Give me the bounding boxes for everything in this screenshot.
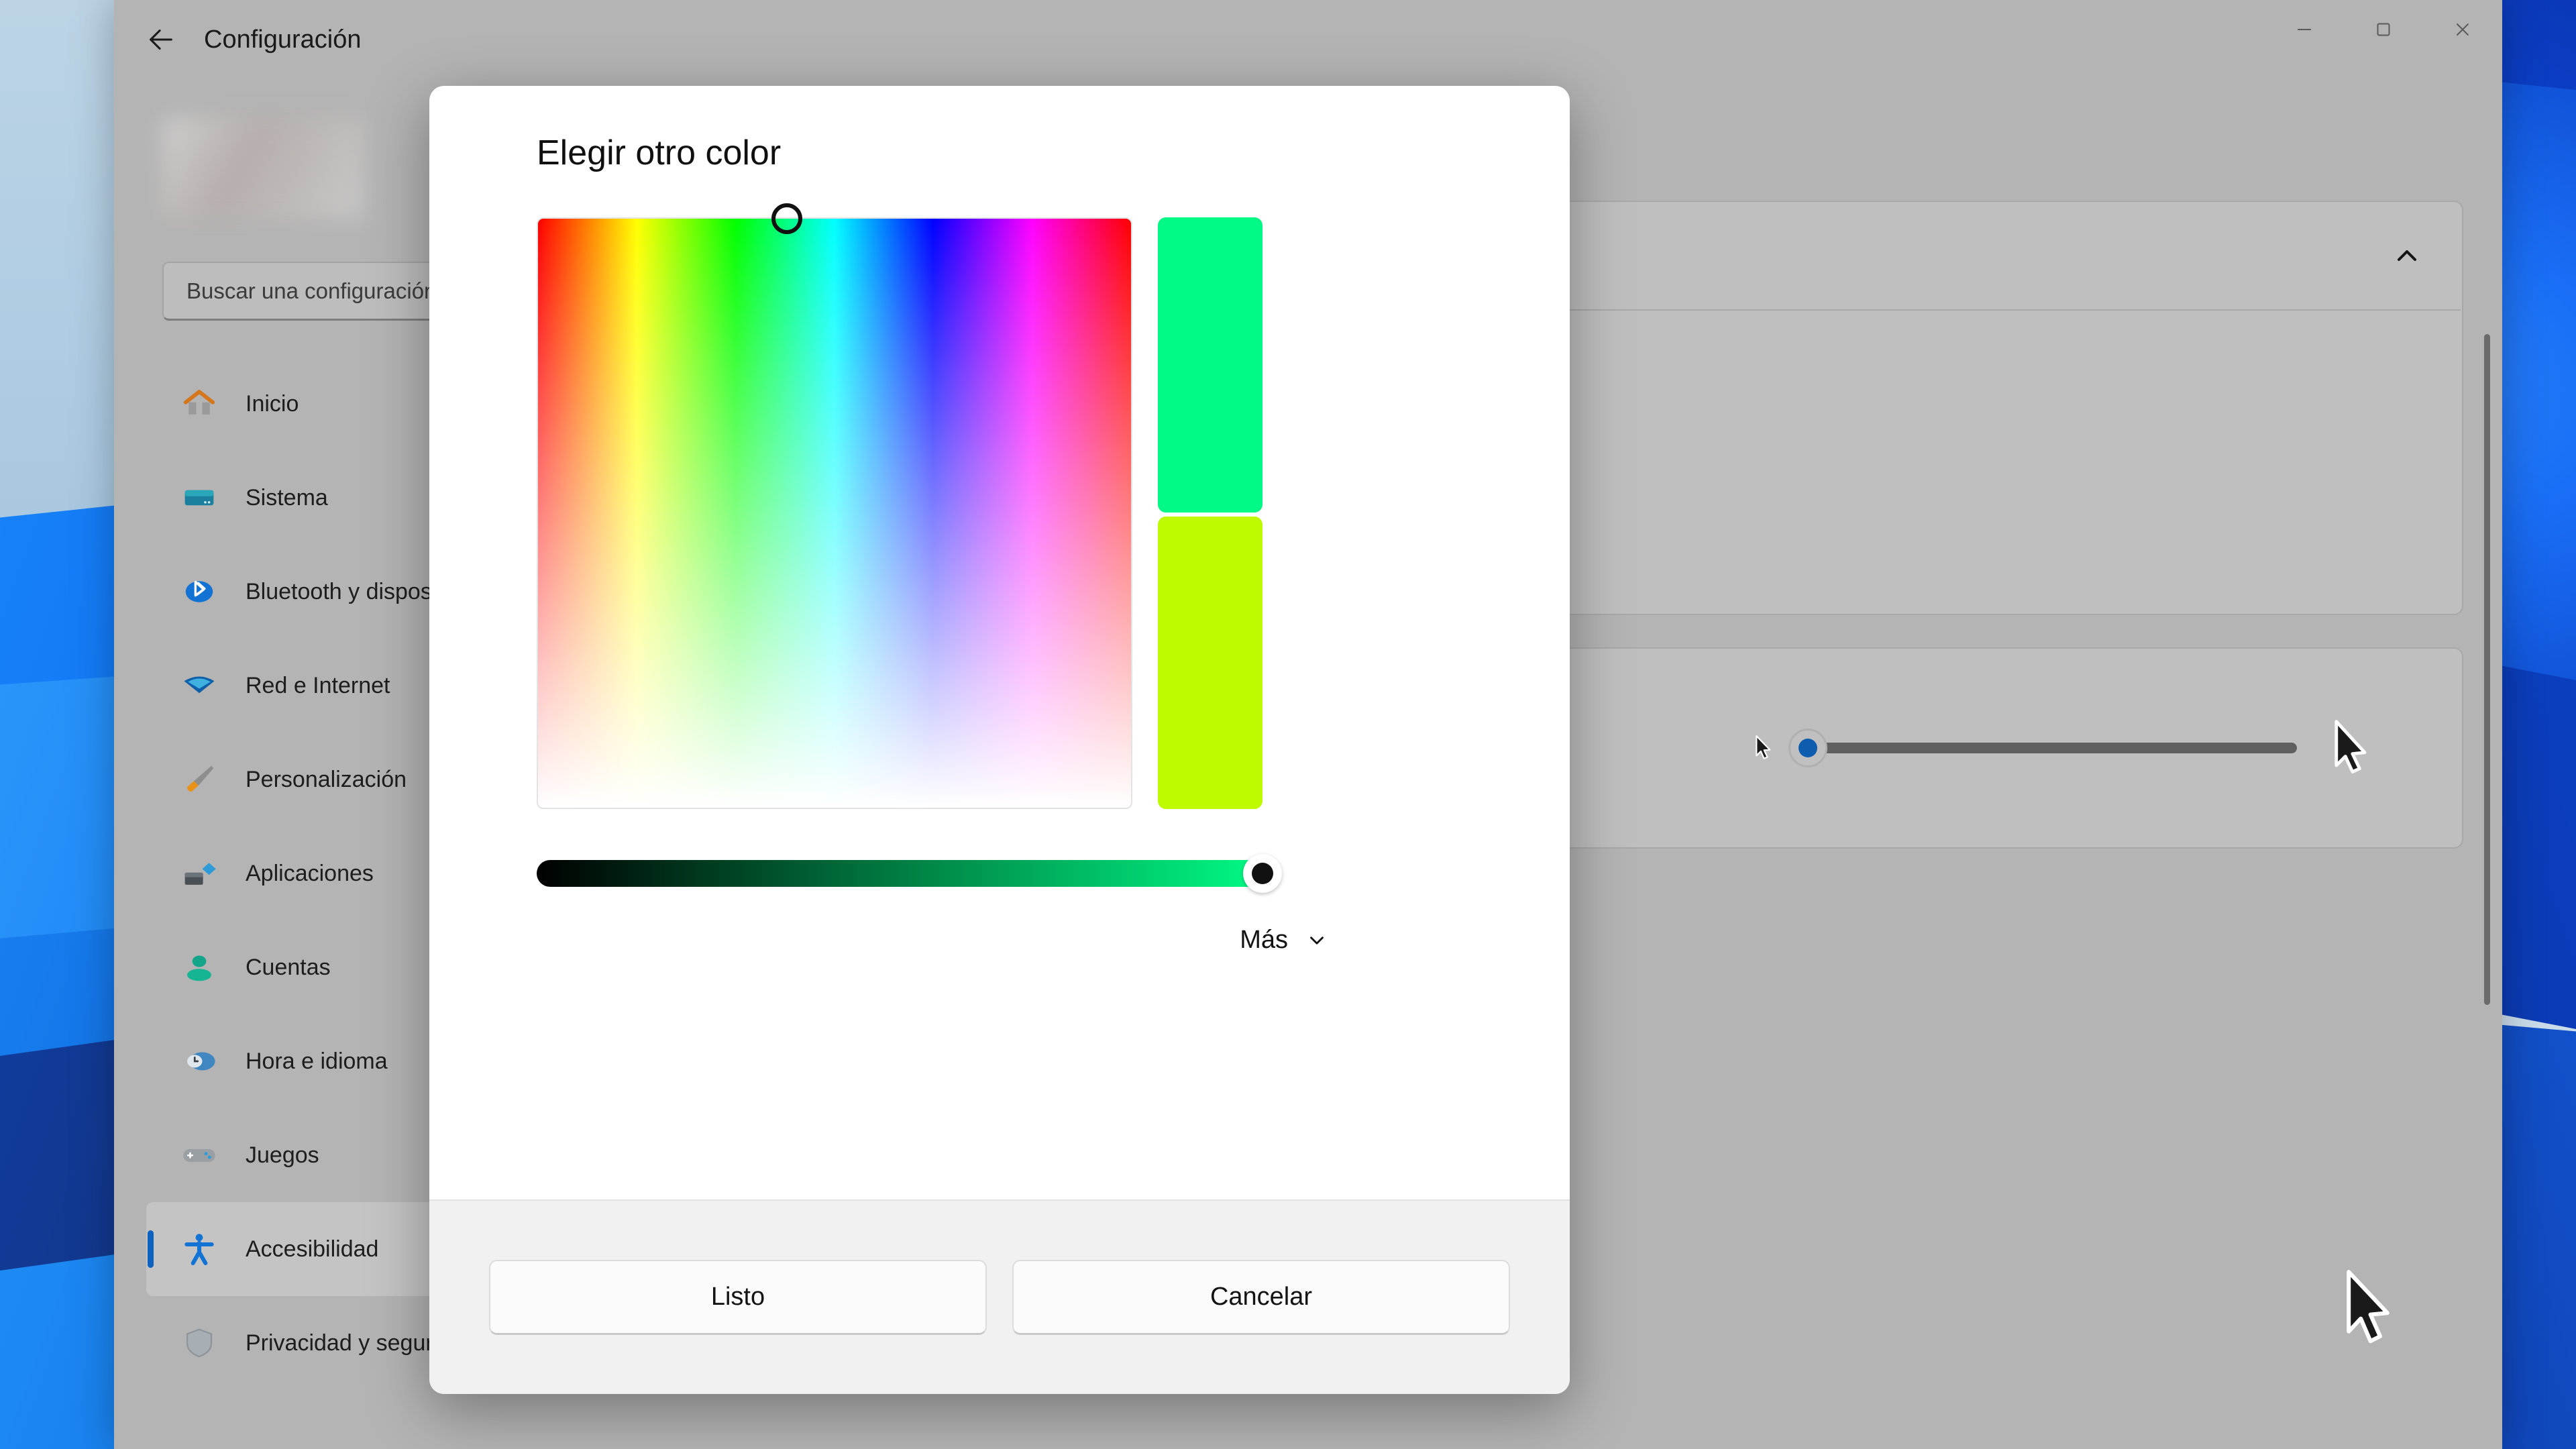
more-options-toggle[interactable]: Más [537,926,1462,955]
pointer-size-slider[interactable] [1744,710,2381,786]
minimize-button[interactable] [2265,0,2344,59]
title-bar: Configuración [114,0,2502,79]
value-thumb-dot [1252,863,1273,884]
home-icon [178,383,220,425]
picker-row [537,203,1462,809]
window-controls [2265,0,2502,59]
sidebar-item-label: Personalización [246,766,407,792]
settings-window: Configuración Buscar una configuración I… [114,0,2502,1449]
value-slider-row [537,854,1462,893]
sidebar-item-label: Sistema [246,484,328,511]
app-title: Configuración [204,25,362,54]
arrow-left-icon [150,30,172,50]
dialog-title: Elegir otro color [537,133,782,172]
dialog-body: Elegir otro color Más [429,86,1570,955]
sidebar-item-label: Hora e idioma [246,1048,388,1074]
time-icon [178,1040,220,1082]
sidebar-item-label: Red e Internet [246,672,390,698]
window-scrollbar[interactable] [2484,334,2490,1005]
network-icon [178,665,220,706]
slider-thumb[interactable] [1788,729,1827,767]
minimize-icon [2298,29,2311,30]
accounts-icon [178,947,220,988]
sidebar-item-label: Aplicaciones [246,860,374,886]
dialog-footer: Listo Cancelar [429,1199,1570,1394]
maximize-icon [2377,23,2390,36]
expand-collapse-button[interactable] [2388,237,2426,274]
value-slider-track[interactable] [537,854,1282,893]
account-avatar-blurred[interactable] [162,118,364,219]
brush-icon [178,759,220,800]
selection-indicator [148,1230,154,1268]
pointer-large-icon [2334,720,2367,773]
slider-thumb-dot [1799,739,1817,757]
bluetooth-icon [178,571,220,612]
color-preview-previous [1158,517,1263,809]
more-label: Más [1240,926,1288,954]
color-picker-dialog: Elegir otro color Más Listo Cancelar [429,86,1570,1394]
value-slider-thumb[interactable] [1243,854,1282,893]
gaming-icon [178,1134,220,1176]
sidebar-item-label: Accesibilidad [246,1236,379,1262]
cancel-button[interactable]: Cancelar [1012,1260,1510,1335]
chevron-down-icon [1305,929,1328,952]
color-preview-column [1158,217,1263,809]
system-icon [178,477,220,519]
pointer-small-icon [1756,735,1771,759]
close-icon [2456,23,2469,36]
maximize-button[interactable] [2344,0,2423,59]
sidebar-item-label: Cuentas [246,954,331,980]
apps-icon [178,853,220,894]
sidebar-item-label: Juegos [246,1142,319,1168]
back-button[interactable] [129,13,193,66]
shield-icon [178,1322,220,1364]
close-button[interactable] [2423,0,2502,59]
spectrum-cursor[interactable] [771,203,803,234]
accessibility-icon [178,1228,220,1270]
sidebar-item-label: Inicio [246,390,299,417]
chevron-up-icon [2398,250,2416,261]
slider-track[interactable] [1788,729,2297,767]
color-preview-new [1158,217,1263,513]
color-spectrum[interactable] [537,203,1132,809]
done-button[interactable]: Listo [489,1260,987,1335]
